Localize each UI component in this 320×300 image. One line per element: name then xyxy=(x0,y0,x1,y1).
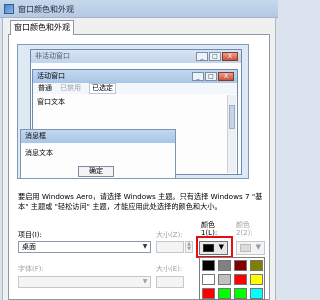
color2-button[interactable]: ▼ xyxy=(236,241,265,255)
title-bar: 窗口颜色和外观 xyxy=(0,0,278,18)
font-size-label: 大小(E): xyxy=(156,265,183,273)
message-box-title: 消息框 xyxy=(21,130,175,143)
minimize-icon: _ xyxy=(196,52,208,61)
item-label: 项目(I): xyxy=(18,231,42,239)
palette-color[interactable] xyxy=(218,288,231,299)
size-label: 大小(Z): xyxy=(156,231,183,239)
palette-color[interactable] xyxy=(250,288,263,299)
close-icon: X xyxy=(218,72,234,81)
highlight-box xyxy=(196,236,233,258)
minimize-icon: _ xyxy=(192,72,204,81)
palette-color[interactable] xyxy=(250,274,263,285)
active-window-controls: _ □ X xyxy=(192,72,234,81)
item-combo-value: 桌面 xyxy=(22,243,36,251)
preview-menubar: 普通 已禁用 已选定 xyxy=(33,83,237,94)
color2-swatch xyxy=(240,244,251,252)
palette-color[interactable] xyxy=(234,260,247,271)
menu-normal: 普通 xyxy=(38,84,52,92)
font-size-combo[interactable] xyxy=(156,276,184,288)
palette-color[interactable] xyxy=(202,288,215,299)
size-spinner[interactable]: ▲ ▼ xyxy=(185,241,193,253)
palette-color[interactable] xyxy=(218,274,231,285)
palette-color[interactable] xyxy=(202,260,215,271)
ok-button: 确定 xyxy=(78,166,114,177)
item-combo[interactable]: 桌面 ▼ xyxy=(18,241,151,253)
color-palette xyxy=(199,257,265,300)
size-field[interactable] xyxy=(156,241,184,253)
chevron-down-icon: ▼ xyxy=(142,243,148,250)
color2-sublabel: 2(2): xyxy=(236,229,253,237)
tab-window-color-appearance[interactable]: 窗口颜色和外观 xyxy=(10,20,74,35)
window-text: 窗口文本 xyxy=(37,98,65,106)
app-icon xyxy=(4,4,14,14)
palette-color[interactable] xyxy=(234,288,247,299)
scroll-thumb xyxy=(229,105,235,129)
spin-down-icon: ▼ xyxy=(187,246,191,252)
maximize-icon: □ xyxy=(205,72,217,81)
preview-scrollbar xyxy=(227,95,236,173)
chevron-down-icon: ▼ xyxy=(255,243,261,251)
menu-selected: 已选定 xyxy=(89,83,116,94)
message-box: 消息框 消息文本 确定 xyxy=(20,129,176,178)
palette-color[interactable] xyxy=(202,274,215,285)
palette-color[interactable] xyxy=(250,260,263,271)
description-text: 要启用 Windows Aero，请选择 Windows 主题。只有选择 Win… xyxy=(18,192,263,211)
appearance-preview: 非活动窗口 _ □ X 活动窗口 _ □ X 普通 已禁用 已选定 窗口文本 消… xyxy=(17,44,249,179)
message-text: 消息文本 xyxy=(25,149,53,157)
maximize-icon: □ xyxy=(209,52,221,61)
chevron-down-icon: ▼ xyxy=(142,278,148,285)
menu-disabled: 已禁用 xyxy=(60,84,81,92)
window-title: 窗口颜色和外观 xyxy=(18,5,74,14)
palette-color[interactable] xyxy=(218,260,231,271)
palette-color[interactable] xyxy=(234,274,247,285)
inactive-window-controls: _ □ X xyxy=(196,52,238,61)
font-label: 字体(F): xyxy=(18,265,44,273)
close-icon: X xyxy=(222,52,238,61)
font-combo[interactable]: ▼ xyxy=(18,276,151,288)
